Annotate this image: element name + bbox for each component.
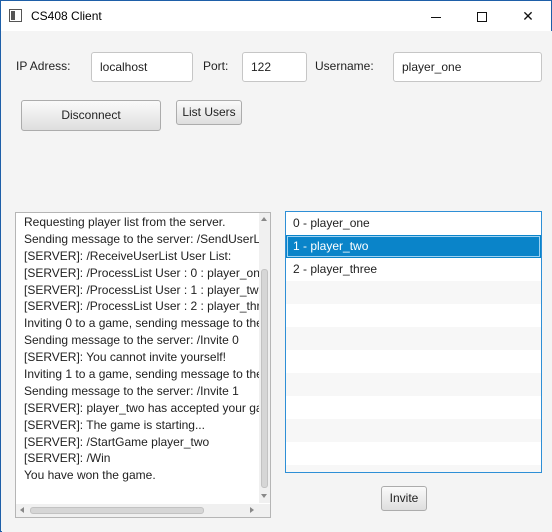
user-list-item-label: 1 - player_two	[293, 239, 369, 253]
list-users-button[interactable]: List Users	[176, 100, 242, 125]
user-list-item[interactable]: 1 - player_two	[286, 235, 541, 258]
user-list-empty-row	[286, 327, 541, 350]
log-line: Inviting 1 to a game, sending message to…	[24, 367, 260, 382]
log-vertical-scrollbar[interactable]	[259, 213, 270, 503]
user-list-empty-row	[286, 419, 541, 442]
client-window: CS408 Client ✕ IP Adress: localhost Port…	[0, 0, 552, 532]
minimize-icon	[431, 16, 441, 18]
maximize-button[interactable]	[459, 1, 505, 31]
minimize-button[interactable]	[413, 1, 459, 31]
message-log[interactable]: Requesting player list from the server. S…	[15, 212, 271, 518]
close-button[interactable]: ✕	[505, 1, 551, 31]
log-line: [SERVER]: /StartGame player_two	[24, 434, 210, 449]
scroll-right-arrow-icon[interactable]	[250, 507, 254, 513]
user-list-empty-row	[286, 442, 541, 465]
port-label: Port:	[203, 59, 229, 73]
log-line: [SERVER]: /Win	[24, 451, 111, 466]
invite-button[interactable]: Invite	[381, 486, 427, 511]
user-list-empty-row	[286, 465, 541, 472]
log-lines: Requesting player list from the server. S…	[24, 214, 260, 504]
username-input[interactable]: player_one	[393, 52, 542, 82]
log-line: [SERVER]: player_two has accepted your g…	[24, 400, 260, 415]
log-line: [SERVER]: /ProcessList User : 1 : player…	[24, 282, 260, 297]
log-line: Sending message to the server: /Invite 1	[24, 383, 239, 398]
log-line: Sending message to the server: /SendUser…	[24, 231, 260, 246]
user-list-empty-row	[286, 304, 541, 327]
user-list-item[interactable]: 0 - player_one	[286, 212, 541, 235]
log-line: Requesting player list from the server.	[24, 215, 226, 229]
maximize-icon	[477, 12, 487, 23]
log-line: You have won the game.	[24, 468, 156, 483]
user-list-empty-row	[286, 396, 541, 419]
log-line: [SERVER]: /ProcessList User : 0 : player…	[24, 265, 260, 280]
user-list-item-label: 2 - player_three	[293, 262, 378, 276]
log-line: [SERVER]: /ProcessList User : 2 : player…	[24, 299, 260, 314]
user-list-empty-row	[286, 350, 541, 373]
user-list-empty-row	[286, 373, 541, 396]
user-list-item-label: 0 - player_one	[293, 216, 370, 230]
log-vertical-scroll-thumb[interactable]	[261, 269, 268, 488]
log-line: [SERVER]: /ReceiveUserList User List:	[24, 248, 232, 263]
log-line: [SERVER]: The game is starting...	[24, 417, 205, 432]
app-window-icon	[9, 9, 22, 22]
log-horizontal-scrollbar[interactable]	[16, 504, 259, 517]
close-icon: ✕	[522, 8, 534, 24]
client-content: IP Adress: localhost Port: 122 Username:…	[2, 31, 552, 532]
user-list-empty-row	[286, 281, 541, 304]
scrollbar-corner	[259, 504, 270, 517]
ip-label: IP Adress:	[16, 59, 71, 73]
log-horizontal-scroll-thumb[interactable]	[30, 507, 204, 514]
ip-address-input[interactable]: localhost	[91, 52, 193, 82]
disconnect-button[interactable]: Disconnect	[21, 100, 161, 131]
scroll-left-arrow-icon[interactable]	[20, 507, 24, 513]
title-bar[interactable]: CS408 Client ✕	[1, 1, 551, 31]
log-line: Inviting 0 to a game, sending message to…	[24, 316, 260, 331]
log-line: [SERVER]: You cannot invite yourself!	[24, 350, 226, 365]
window-title: CS408 Client	[31, 9, 102, 23]
log-line: Sending message to the server: /Invite 0	[24, 333, 239, 348]
scroll-down-arrow-icon[interactable]	[261, 494, 267, 498]
user-list-item[interactable]: 2 - player_three	[286, 258, 541, 281]
scroll-up-arrow-icon[interactable]	[261, 217, 267, 221]
user-list[interactable]: 0 - player_one 1 - player_two 2 - player_t…	[285, 211, 542, 473]
port-input[interactable]: 122	[242, 52, 307, 82]
username-label: Username:	[315, 59, 374, 73]
